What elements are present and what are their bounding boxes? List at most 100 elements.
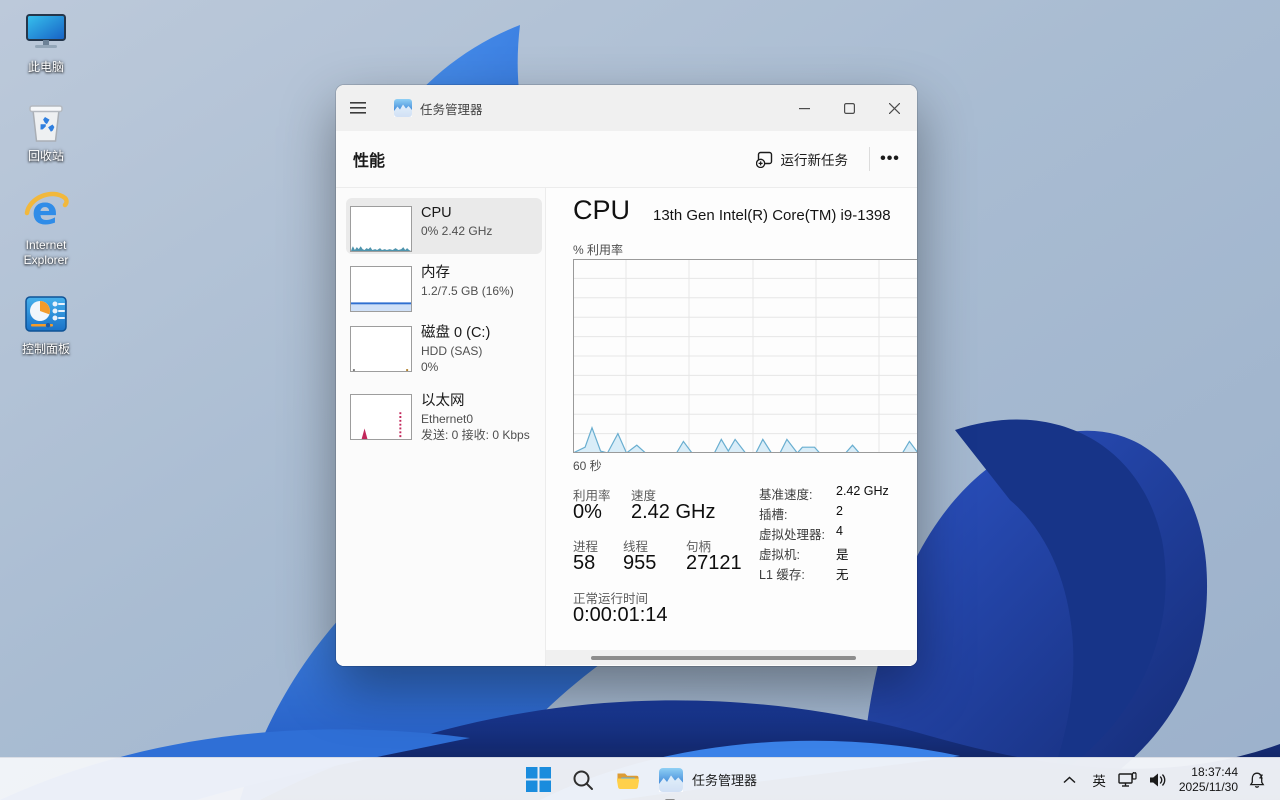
detail-value-base-speed: 2.42 GHz (836, 484, 889, 498)
desktop-icon-label: 控制面板 (21, 342, 70, 356)
sidebar-item-memory[interactable]: 内存 1.2/7.5 GB (16%) (346, 258, 542, 314)
svg-text:z: z (1259, 772, 1263, 780)
network-icon (1118, 771, 1137, 787)
notification-bell-icon: z (1249, 772, 1265, 788)
sidebar-item-cpu[interactable]: CPU 0% 2.42 GHz (346, 198, 542, 254)
stat-value-threads: 955 (623, 552, 657, 574)
tray-chevron-button[interactable] (1057, 762, 1082, 798)
taskbar-task-manager-label: 任务管理器 (692, 773, 758, 788)
horizontal-scrollbar[interactable] (546, 650, 917, 665)
sidebar-item-title: 磁盘 0 (C:) (421, 325, 491, 341)
taskbar-center-group: 任务管理器 (518, 758, 763, 800)
stat-value-speed: 2.42 GHz (631, 501, 716, 523)
network-button[interactable] (1112, 762, 1143, 798)
sidebar-item-subtitle2: 0% (421, 360, 439, 374)
command-bar-divider (869, 147, 870, 171)
desktop-icon-internet-explorer[interactable]: e Internet Explorer (8, 186, 84, 268)
close-icon (889, 102, 900, 114)
notification-center-button[interactable]: z (1244, 762, 1274, 798)
speaker-icon (1149, 773, 1166, 786)
cpu-detail-panel: CPU 13th Gen Intel(R) Core(TM) i9-1398 %… (545, 188, 917, 666)
more-options-button[interactable]: ••• (875, 143, 905, 175)
sidebar-item-title: 以太网 (421, 393, 465, 409)
sidebar-item-disk[interactable]: 磁盘 0 (C:) HDD (SAS) 0% (346, 318, 542, 382)
maximize-icon (844, 102, 855, 114)
cpu-model-name: 13th Gen Intel(R) Core(TM) i9-1398 (653, 207, 891, 224)
desktop: 此电脑 回收站 e Internet Explorer 控制面板 任务管理器 性… (0, 0, 1280, 800)
desktop-icon-label: 回收站 (27, 149, 64, 163)
chevron-up-icon (1063, 775, 1076, 783)
desktop-icon-recycle-bin[interactable]: 回收站 (8, 97, 84, 164)
sidebar-item-subtitle: Ethernet0 (421, 412, 474, 426)
minimize-button[interactable] (782, 85, 827, 131)
sidebar-item-subtitle: 0% 2.42 GHz (421, 224, 493, 238)
desktop-icon-control-panel[interactable]: 控制面板 (8, 290, 84, 357)
performance-content: CPU 0% 2.42 GHz 内存 1.2/7.5 GB (16%) 磁盘 0… (336, 187, 917, 666)
taskbar: 任务管理器 英 18:37:44 2025/11/30 z (0, 757, 1280, 800)
window-controls (782, 85, 917, 131)
stat-value-uptime: 0:00:01:14 (573, 604, 668, 626)
search-button[interactable] (563, 762, 603, 798)
recycle-bin-icon (29, 105, 63, 142)
disk-mini-chart (350, 326, 412, 372)
scrollbar-thumb[interactable] (591, 656, 856, 660)
close-button[interactable] (872, 85, 917, 131)
detail-value-sockets: 2 (836, 504, 843, 518)
system-tray: 英 18:37:44 2025/11/30 z (1057, 758, 1274, 800)
stat-value-utilization: 0% (573, 501, 602, 523)
sidebar-item-ethernet[interactable]: 以太网 Ethernet0 发送: 0 接收: 0 Kbps (346, 386, 542, 450)
minimize-icon (799, 107, 810, 109)
start-button[interactable] (518, 762, 558, 798)
detail-label-sockets: 插槽: (759, 508, 788, 522)
detail-label-virtual-machine: 虚拟机: (759, 548, 800, 562)
this-pc-icon (26, 14, 66, 48)
ethernet-mini-chart (350, 394, 412, 440)
cpu-utilization-chart (572, 259, 917, 454)
window-title: 任务管理器 (420, 102, 483, 117)
volume-button[interactable] (1143, 762, 1173, 798)
cpu-mini-chart (350, 206, 412, 252)
desktop-icon-this-pc[interactable]: 此电脑 (8, 8, 84, 75)
sidebar-item-subtitle2: 发送: 0 接收: 0 Kbps (421, 428, 530, 442)
desktop-icon-label: Internet Explorer (23, 238, 69, 267)
sidebar-item-subtitle: 1.2/7.5 GB (16%) (421, 284, 514, 298)
file-explorer-button[interactable] (608, 762, 648, 798)
cpu-heading: CPU (573, 195, 631, 225)
sidebar-item-subtitle: HDD (SAS) (421, 344, 483, 358)
detail-label-l1-cache: L1 缓存: (759, 568, 805, 582)
input-language-indicator[interactable]: 英 (1086, 762, 1112, 798)
task-manager-app-icon (394, 99, 412, 117)
task-manager-window: 任务管理器 性能 运行新任务 ••• CPU 0% 2.42 GHz 内存 1.… (336, 85, 917, 666)
tray-time: 18:37:44 (1191, 764, 1238, 779)
hamburger-menu-button[interactable] (336, 85, 380, 131)
detail-label-virtual-processors: 虚拟处理器: (759, 528, 825, 542)
search-icon (573, 770, 593, 790)
sidebar-item-title: 内存 (421, 265, 450, 281)
sidebar-item-title: CPU (421, 205, 452, 221)
detail-value-l1-cache: 无 (836, 568, 849, 582)
maximize-button[interactable] (827, 85, 872, 131)
hamburger-icon (350, 102, 366, 114)
titlebar: 任务管理器 (336, 85, 917, 131)
run-new-task-label: 运行新任务 (780, 153, 849, 168)
taskbar-task-manager-icon (659, 767, 683, 792)
detail-label-base-speed: 基准速度: (759, 488, 813, 502)
page-title: 性能 (353, 153, 386, 170)
detail-value-virtual-processors: 4 (836, 524, 843, 538)
tray-date: 2025/11/30 (1178, 779, 1238, 794)
control-panel-icon (25, 296, 67, 332)
chart-caption: % 利用率 (573, 243, 624, 257)
taskbar-clock[interactable]: 18:37:44 2025/11/30 (1173, 765, 1244, 795)
memory-mini-chart (350, 266, 412, 312)
desktop-icon-list: 此电脑 回收站 e Internet Explorer 控制面板 (8, 8, 84, 379)
detail-value-virtual-machine: 是 (836, 548, 849, 562)
stat-value-handles: 27121 (686, 552, 742, 574)
stat-value-processes: 58 (573, 552, 596, 574)
run-new-task-button[interactable]: 运行新任务 (744, 143, 861, 175)
desktop-icon-label: 此电脑 (27, 60, 64, 74)
command-bar: 性能 运行新任务 ••• (336, 131, 917, 187)
taskbar-task-manager-button[interactable]: 任务管理器 (653, 762, 763, 800)
windows-start-icon (525, 767, 551, 792)
file-explorer-icon (617, 773, 640, 789)
chart-x-axis-label: 60 秒 (573, 459, 602, 473)
